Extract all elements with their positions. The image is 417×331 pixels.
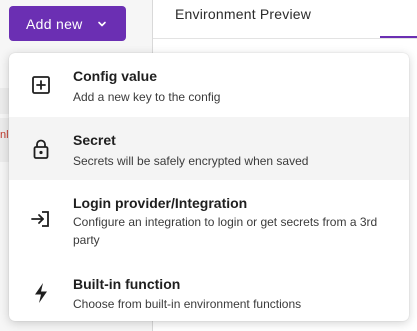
login-arrow-icon (29, 207, 53, 231)
lock-icon (29, 137, 53, 161)
menu-item-secret[interactable]: Secret Secrets will be safely encrypted … (9, 117, 409, 180)
menu-item-config-value[interactable]: Config value Add a new key to the config (9, 53, 409, 117)
menu-item-title: Built-in function (73, 276, 181, 292)
menu-item-login-provider[interactable]: Login provider/Integration Configure an … (9, 180, 409, 255)
menu-item-title: Login provider/Integration (73, 195, 248, 211)
menu-item-description: Secrets will be safely encrypted when sa… (73, 154, 309, 168)
menu-item-description: Configure an integration to login or get… (73, 215, 378, 247)
add-new-label: Add new (26, 15, 83, 32)
menu-item-title: Config value (73, 68, 158, 84)
menu-item-description: Add a new key to the config (73, 90, 221, 104)
tab-environment-preview[interactable]: Environment Preview (175, 6, 311, 22)
divider (153, 38, 417, 39)
chevron-down-icon (97, 19, 107, 29)
tab-underline (380, 36, 417, 38)
menu-item-title: Secret (73, 132, 116, 148)
menu-item-built-in-function[interactable]: Built-in function Choose from built-in e… (9, 255, 409, 321)
menu-item-description: Choose from built-in environment functio… (73, 297, 302, 311)
error-text-fragment: nl (0, 129, 8, 141)
lightning-icon (29, 281, 53, 305)
add-new-button[interactable]: Add new (9, 6, 126, 41)
add-new-menu: Config value Add a new key to the config… (9, 53, 409, 321)
plus-square-icon (29, 73, 53, 97)
